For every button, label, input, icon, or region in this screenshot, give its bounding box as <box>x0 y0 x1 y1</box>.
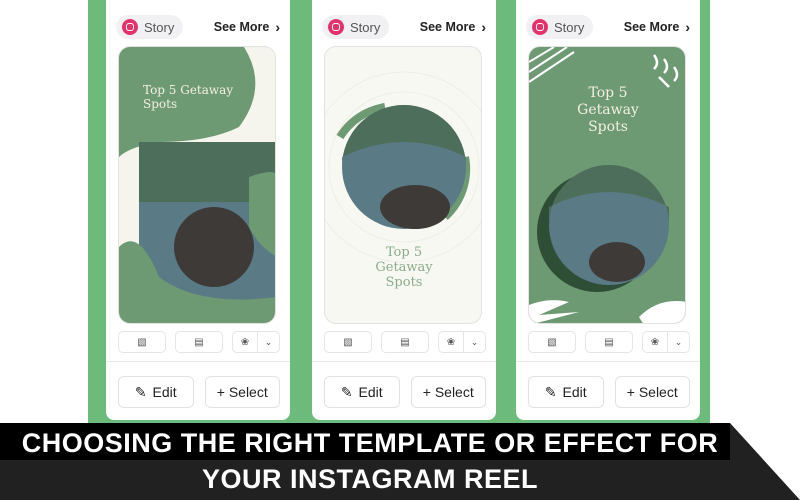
divider <box>312 361 496 362</box>
story-label: Story <box>554 19 585 35</box>
story-badge[interactable]: Story <box>116 15 184 39</box>
image-tool-button[interactable]: ▧ <box>528 331 576 353</box>
instagram-icon <box>532 19 548 35</box>
template-title: Top 5 Getaway Spots <box>577 85 639 135</box>
rock <box>589 242 645 282</box>
image-tool-button[interactable]: ▧ <box>324 331 372 353</box>
effect-tool-button[interactable]: ❀ ⌄ <box>642 331 690 353</box>
template-card-2: Story See More › Top 5 Getaway Spots ▧ ▤… <box>312 0 496 420</box>
chevron-down-icon[interactable]: ⌄ <box>257 332 279 352</box>
chevron-down-icon[interactable]: ⌄ <box>463 332 485 352</box>
select-button[interactable]: + Select <box>410 376 486 408</box>
story-label: Story <box>144 19 175 35</box>
decor-white-brush <box>529 300 579 323</box>
card-header: Story See More › <box>526 12 690 42</box>
banner-title: CHOOSING THE RIGHT TEMPLATE OR EFFECT FO… <box>0 425 740 497</box>
chevron-right-icon: › <box>481 19 486 35</box>
chevron-right-icon: › <box>275 19 280 35</box>
effect-icon: ❀ <box>240 336 250 348</box>
card-header: Story See More › <box>116 12 280 42</box>
chevron-right-icon: › <box>685 19 690 35</box>
template-title: Top 5 Getaway Spots <box>143 83 234 111</box>
layout-tool-button[interactable]: ▤ <box>175 331 223 353</box>
edit-label: Edit <box>152 384 177 400</box>
template-preview[interactable]: Top 5 Getaway Spots <box>528 46 686 324</box>
template-card-3: Story See More › Top 5 Getaway Spots ▧ ▤… <box>516 0 700 420</box>
see-more-link[interactable]: See More › <box>420 19 486 35</box>
tool-row: ▧ ▤ ❀ ⌄ <box>324 331 486 353</box>
decor-stripes <box>529 47 575 83</box>
decor-leaves <box>652 54 679 88</box>
pencil-icon: ✎ <box>340 383 353 400</box>
edit-label: Edit <box>358 384 383 400</box>
template-card-1: Story See More › Top 5 Getaway Spots ▧ ▤… <box>106 0 290 420</box>
effect-tool-button[interactable]: ❀ ⌄ <box>232 331 280 353</box>
story-badge[interactable]: Story <box>526 15 594 39</box>
edit-button[interactable]: ✎ Edit <box>118 376 194 408</box>
template-preview[interactable]: Top 5 Getaway Spots <box>118 46 276 324</box>
edit-label: Edit <box>562 384 587 400</box>
divider <box>516 361 700 362</box>
banner-line-2: YOUR INSTAGRAM REEL <box>201 464 538 494</box>
template-preview[interactable]: Top 5 Getaway Spots <box>324 46 482 324</box>
banner-line-1: CHOOSING THE RIGHT TEMPLATE OR EFFECT FO… <box>21 428 719 458</box>
tool-row: ▧ ▤ ❀ ⌄ <box>118 331 280 353</box>
effect-icon: ❀ <box>446 336 456 348</box>
effect-tool-button[interactable]: ❀ ⌄ <box>438 331 486 353</box>
see-more-label: See More <box>213 20 270 34</box>
see-more-label: See More <box>419 20 476 34</box>
edit-button[interactable]: ✎ Edit <box>324 376 400 408</box>
story-badge[interactable]: Story <box>322 15 390 39</box>
card-header: Story See More › <box>322 12 486 42</box>
pencil-icon: ✎ <box>134 383 147 400</box>
pencil-icon: ✎ <box>544 383 557 400</box>
action-row: ✎ Edit + Select <box>118 376 280 408</box>
chevron-down-icon[interactable]: ⌄ <box>667 332 689 352</box>
effect-icon: ❀ <box>650 336 660 348</box>
instagram-icon <box>328 19 344 35</box>
layout-tool-button[interactable]: ▤ <box>585 331 633 353</box>
select-button[interactable]: + Select <box>204 376 280 408</box>
tool-row: ▧ ▤ ❀ ⌄ <box>528 331 690 353</box>
select-button[interactable]: + Select <box>614 376 690 408</box>
instagram-icon <box>122 19 138 35</box>
decor-white-brush <box>639 301 685 323</box>
action-row: ✎ Edit + Select <box>528 376 690 408</box>
see-more-link[interactable]: See More › <box>214 19 280 35</box>
see-more-link[interactable]: See More › <box>624 19 690 35</box>
divider <box>106 361 290 362</box>
action-row: ✎ Edit + Select <box>324 376 486 408</box>
image-tool-button[interactable]: ▧ <box>118 331 166 353</box>
layout-tool-button[interactable]: ▤ <box>381 331 429 353</box>
rock <box>380 185 450 229</box>
rock <box>174 207 254 287</box>
story-label: Story <box>350 19 381 35</box>
template-title: Top 5 Getaway Spots <box>375 245 433 290</box>
see-more-label: See More <box>623 20 680 34</box>
edit-button[interactable]: ✎ Edit <box>528 376 604 408</box>
